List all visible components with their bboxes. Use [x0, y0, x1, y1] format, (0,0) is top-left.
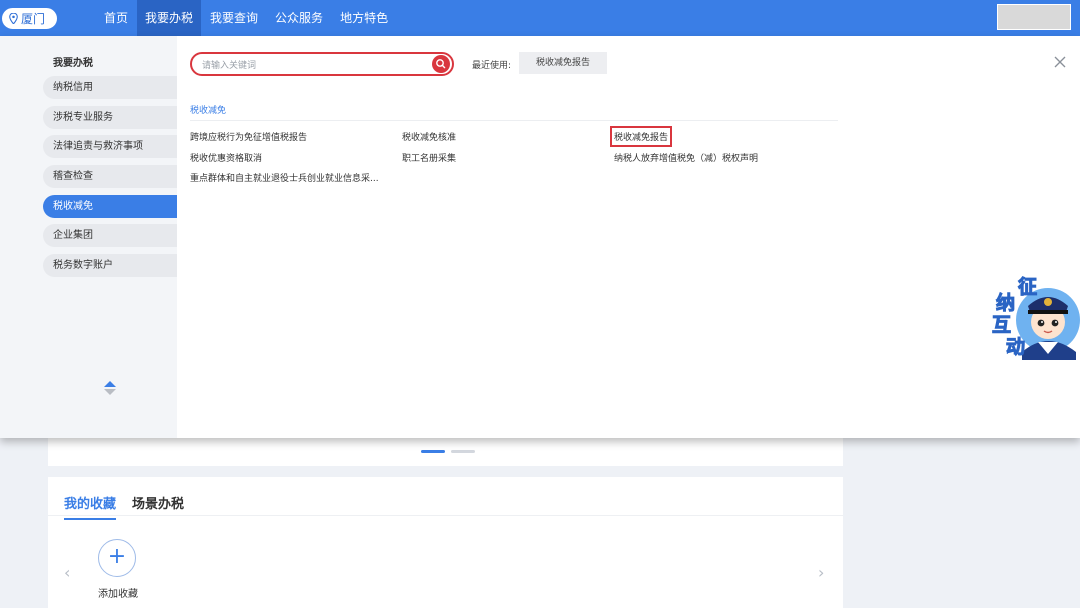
menu-sidebar: 我要办税 纳税信用 涉税专业服务 法律追责与救济事项 稽查检查 税收减免 企业集… — [0, 36, 177, 438]
link-key-groups-employment[interactable]: 重点群体和自主就业退役士兵创业就业信息采... — [190, 171, 379, 184]
link-employee-roster[interactable]: 职工名册采集 — [402, 151, 456, 164]
link-tax-relief-report[interactable]: 税收减免报告 — [609, 126, 673, 147]
mascot-char-dong: 动 — [1005, 336, 1026, 359]
nav-local-features[interactable]: 地方特色 — [332, 0, 396, 36]
search-icon — [436, 59, 446, 69]
sidebar-scroll-control[interactable] — [103, 381, 117, 395]
add-favorite-label: 添加收藏 — [98, 589, 138, 600]
sidebar-item-legal-remedy[interactable]: 法律追责与救济事项 — [43, 135, 177, 159]
location-pin-icon — [9, 13, 18, 24]
link-tax-relief-approval[interactable]: 税收减免核准 — [402, 130, 456, 143]
nav-tax-handling[interactable]: 我要办税 — [137, 0, 202, 36]
search-input[interactable]: 请输入关键词 — [190, 52, 454, 76]
carousel-indicator — [421, 450, 475, 453]
sidebar-item-tax-relief[interactable]: 税收减免 — [43, 194, 177, 218]
sidebar-item-inspection[interactable]: 稽查检查 — [43, 165, 177, 189]
scroll-down-icon[interactable] — [104, 389, 116, 395]
mascot-char-zheng: 征 — [1017, 276, 1038, 299]
search-button[interactable] — [432, 55, 450, 73]
sidebar-item-tax-credit[interactable]: 纳税信用 — [43, 76, 177, 99]
nav-query[interactable]: 我要查询 — [202, 0, 266, 36]
link-preference-cancel[interactable]: 税收优惠资格取消 — [190, 151, 262, 164]
chevron-left-icon[interactable]: ‹ — [64, 563, 70, 582]
sidebar-list: 纳税信用 涉税专业服务 法律追责与救济事项 稽查检查 税收减免 企业集团 税务数… — [43, 76, 177, 284]
main-nav: 首页 我要办税 我要查询 公众服务 地方特色 — [96, 0, 397, 36]
section-divider — [190, 120, 838, 121]
sidebar-item-professional-service[interactable]: 涉税专业服务 — [43, 105, 177, 129]
carousel-dot[interactable] — [451, 450, 475, 453]
link-vat-waiver-statement[interactable]: 纳税人放弃增值税免（减）税权声明 — [614, 151, 758, 164]
recent-label: 最近使用: — [472, 61, 512, 71]
carousel-dot-active[interactable] — [421, 450, 445, 453]
sidebar-title: 我要办税 — [53, 58, 93, 69]
recent-item-tax-relief-report[interactable]: 税收减免报告 — [519, 52, 607, 74]
city-name: 厦门 — [21, 12, 46, 26]
divider — [48, 515, 843, 516]
nav-home[interactable]: 首页 — [96, 0, 136, 36]
search-placeholder: 请输入关键词 — [202, 61, 257, 71]
favorites-card: 我的收藏 场景办税 ‹ + 添加收藏 › — [48, 477, 843, 608]
user-account-area[interactable] — [997, 4, 1071, 30]
sidebar-item-digital-account[interactable]: 税务数字账户 — [43, 254, 177, 278]
city-selector[interactable]: 厦门 — [2, 8, 57, 29]
section-title: 税收减免 — [190, 106, 227, 116]
add-favorite-button[interactable]: + — [98, 539, 136, 577]
nav-public-service[interactable]: 公众服务 — [267, 0, 331, 36]
link-cross-border-vat-exemption[interactable]: 跨境应税行为免征增值税报告 — [190, 130, 307, 143]
mascot-widget[interactable]: 征 纳 互 动 — [990, 270, 1080, 360]
tax-menu-panel: 我要办税 纳税信用 涉税专业服务 法律追责与救济事项 稽查检查 税收减免 企业集… — [0, 36, 1080, 438]
scroll-up-icon[interactable] — [104, 381, 116, 387]
top-nav-bar: 厦门 首页 我要办税 我要查询 公众服务 地方特色 — [0, 0, 1080, 36]
chevron-right-icon[interactable]: › — [818, 563, 824, 582]
sidebar-item-enterprise-group[interactable]: 企业集团 — [43, 224, 177, 248]
close-icon[interactable] — [1054, 56, 1066, 68]
